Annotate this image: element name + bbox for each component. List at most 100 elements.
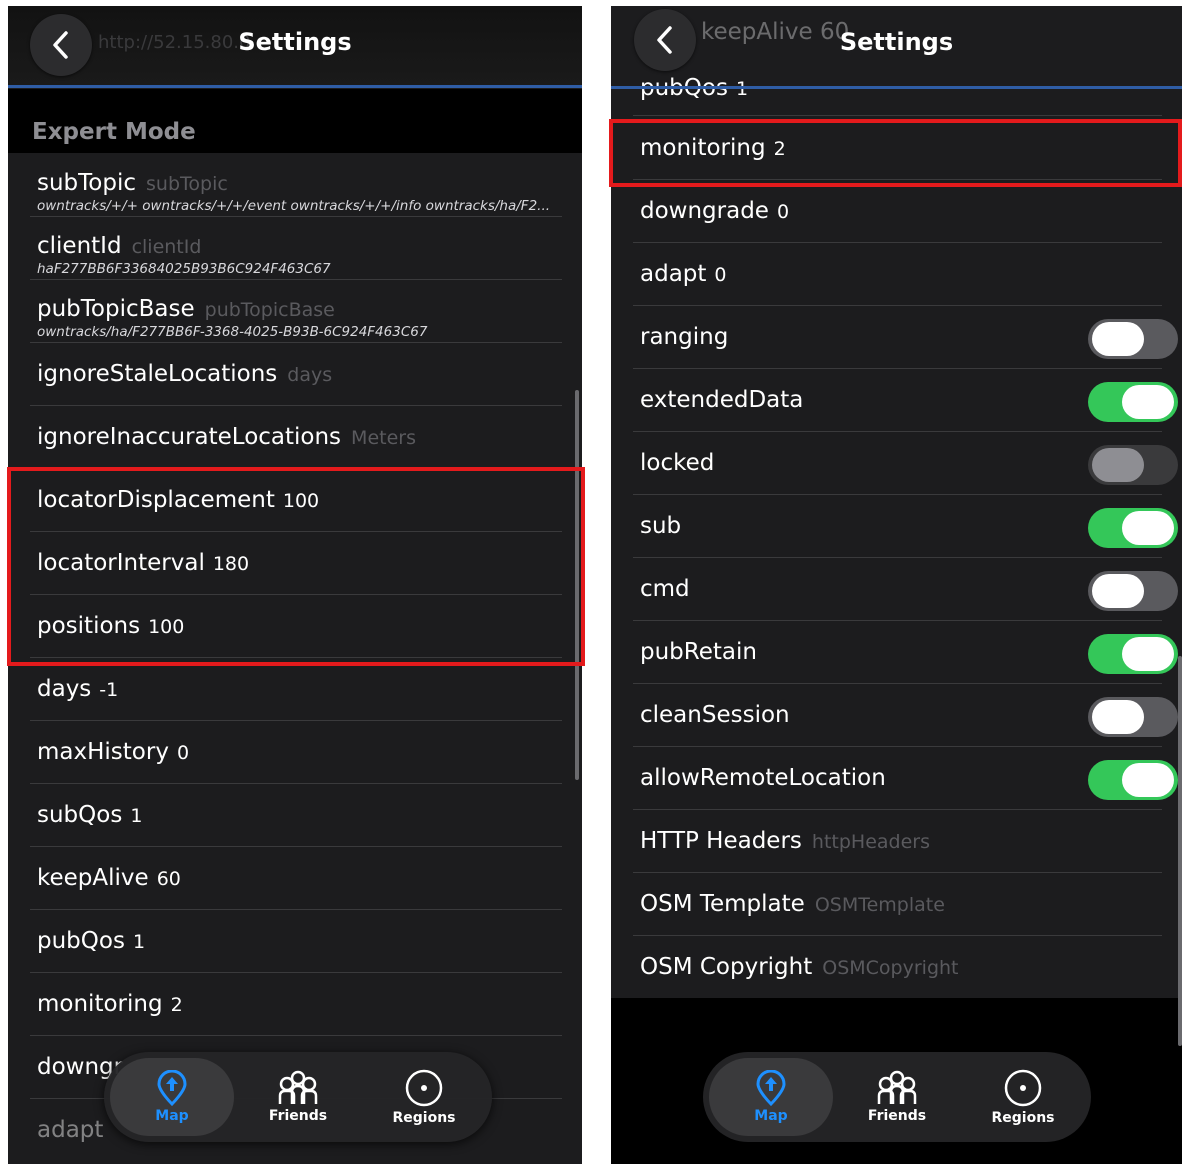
setting-placeholder: clientId: [131, 236, 202, 258]
setting-row-adapt[interactable]: adapt 0: [611, 243, 1182, 306]
setting-value: -1: [99, 679, 119, 701]
setting-label: cleanSession: [640, 702, 790, 728]
tab-map[interactable]: Map: [110, 1058, 234, 1136]
setting-value: owntracks/ha/F277BB6F-3368-4025-B93B-6C9…: [37, 324, 428, 340]
ranging-toggle[interactable]: [1088, 319, 1178, 359]
setting-label: allowRemoteLocation: [640, 765, 886, 791]
tab-label: Regions: [991, 1110, 1055, 1126]
nav-divider: [8, 85, 582, 88]
setting-value: 1: [735, 78, 749, 100]
setting-value: 0: [776, 201, 790, 223]
setting-row-cmd: cmd: [611, 558, 1182, 621]
setting-label: maxHistory: [37, 739, 169, 765]
map-pin-icon: [756, 1070, 786, 1106]
setting-placeholder: httpHeaders: [811, 831, 930, 853]
section-header: Expert Mode: [8, 89, 582, 153]
setting-row-ignoreinaccuratelocations[interactable]: ignoreInaccurateLocations Meters: [8, 406, 582, 469]
regions-icon: [405, 1069, 443, 1107]
setting-row-maxhistory[interactable]: maxHistory 0: [8, 721, 582, 784]
tab-label: Map: [155, 1108, 189, 1124]
setting-row-pubqos[interactable]: pubQos 1: [8, 910, 582, 973]
setting-label: pubQos: [37, 928, 125, 954]
setting-row-subtopic[interactable]: subTopic subTopic owntracks/+/+ owntracks…: [8, 154, 582, 217]
friends-icon: [278, 1070, 318, 1104]
friends-icon: [877, 1070, 917, 1104]
setting-row-ranging: ranging: [611, 306, 1182, 369]
setting-value: 0: [176, 742, 190, 764]
page-title: Settings: [238, 28, 352, 56]
setting-label: sub: [640, 513, 682, 539]
setting-row-allowremotelocation: allowRemoteLocation: [611, 747, 1182, 810]
tab-friends[interactable]: Friends: [236, 1058, 360, 1136]
tab-regions[interactable]: Regions: [362, 1058, 486, 1136]
setting-placeholder: days: [287, 364, 333, 386]
nav-bar: http://52.15.80.0 Settings: [8, 6, 582, 86]
setting-row-osm-template[interactable]: OSM Template OSMTemplate: [611, 873, 1182, 936]
sub-toggle[interactable]: [1088, 508, 1178, 548]
setting-placeholder: pubTopicBase: [204, 299, 335, 321]
cmd-toggle[interactable]: [1088, 571, 1178, 611]
tab-friends[interactable]: Friends: [835, 1058, 959, 1136]
setting-label: OSM Template: [640, 891, 805, 917]
map-pin-icon: [157, 1070, 187, 1106]
regions-icon: [1004, 1069, 1042, 1107]
tab-regions[interactable]: Regions: [961, 1058, 1085, 1136]
tab-map[interactable]: Map: [709, 1058, 833, 1136]
setting-row-osm-copyright[interactable]: OSM Copyright OSMCopyright: [611, 936, 1182, 999]
setting-value: 0: [714, 264, 727, 286]
setting-label: ignoreStaleLocations: [37, 361, 278, 387]
setting-row-pubtopicbase[interactable]: pubTopicBase pubTopicBase owntracks/ha/F2…: [8, 280, 582, 343]
setting-label: cmd: [640, 576, 690, 602]
setting-value: 60: [156, 868, 181, 890]
setting-row-cleansession: cleanSession: [611, 684, 1182, 747]
nav-divider: [611, 86, 1182, 89]
setting-value: haF277BB6F33684025B93B6C924F463C67: [37, 261, 331, 277]
setting-value: 2: [170, 994, 183, 1016]
section-title: Expert Mode: [32, 119, 196, 145]
scrollbar[interactable]: [1178, 656, 1182, 1046]
allowremotelocation-toggle[interactable]: [1088, 760, 1178, 800]
setting-row-http-headers[interactable]: HTTP Headers httpHeaders: [611, 810, 1182, 873]
extendeddata-toggle[interactable]: [1088, 382, 1178, 422]
setting-label: pubTopicBase: [37, 296, 195, 322]
pubretain-toggle[interactable]: [1088, 634, 1178, 674]
locked-toggle[interactable]: [1088, 445, 1178, 485]
setting-row-sub: sub: [611, 495, 1182, 558]
setting-label: ranging: [640, 324, 729, 350]
setting-row-monitoring[interactable]: monitoring 2: [8, 973, 582, 1036]
setting-label: monitoring: [37, 991, 163, 1017]
setting-row-extendeddata: extendedData: [611, 369, 1182, 432]
tab-label: Map: [754, 1108, 788, 1124]
setting-label: keepAlive: [37, 865, 149, 891]
tab-label: Friends: [268, 1108, 328, 1124]
setting-label: pubRetain: [640, 639, 757, 665]
setting-label: locked: [640, 450, 715, 476]
setting-row-keepalive[interactable]: keepAlive 60: [8, 847, 582, 910]
tab-label: Friends: [867, 1108, 927, 1124]
setting-row-clientid[interactable]: clientId clientId haF277BB6F33684025B93B6…: [8, 217, 582, 280]
setting-label: extendedData: [640, 387, 804, 413]
setting-label: HTTP Headers: [640, 828, 802, 854]
page-title: Settings: [839, 28, 954, 56]
highlight-box-locator-group: [7, 467, 585, 666]
setting-row-days[interactable]: days -1: [8, 658, 582, 721]
setting-row-downgrade[interactable]: downgrade 0: [611, 180, 1182, 243]
setting-label: OSM Copyright: [640, 954, 813, 980]
setting-row-ignorestalelocations[interactable]: ignoreStaleLocations days: [8, 343, 582, 406]
setting-value: owntracks/+/+ owntracks/+/+/event owntra…: [37, 198, 551, 214]
setting-label: days: [37, 676, 92, 702]
nav-bar: Settings: [611, 6, 1182, 78]
tab-bar: Map Friends Regions: [703, 1052, 1091, 1142]
setting-row-subqos[interactable]: subQos 1: [8, 784, 582, 847]
setting-placeholder: subTopic: [146, 173, 228, 195]
setting-label: adapt: [640, 261, 707, 287]
cleansession-toggle[interactable]: [1088, 697, 1178, 737]
setting-placeholder: OSMCopyright: [822, 957, 959, 979]
highlight-box-monitoring: [609, 119, 1182, 187]
setting-label: adapt: [37, 1117, 104, 1143]
setting-label: clientId: [37, 233, 122, 259]
setting-value: 1: [130, 805, 143, 827]
setting-label: downgrade: [640, 198, 769, 224]
setting-label: ignoreInaccurateLocations: [37, 424, 342, 450]
setting-label: subQos: [37, 802, 123, 828]
